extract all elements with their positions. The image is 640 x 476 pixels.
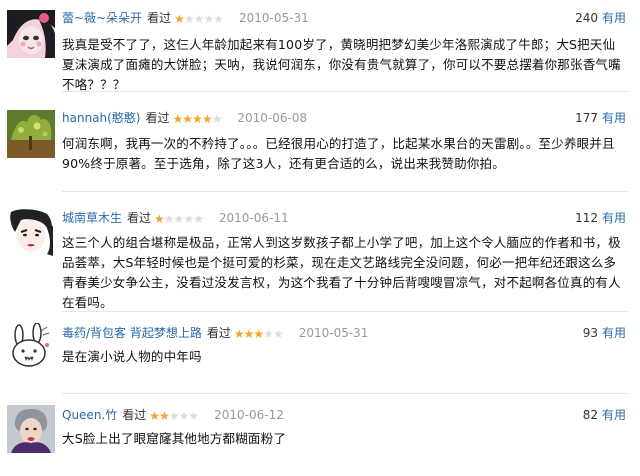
useful-button[interactable]: 有用 [602, 11, 626, 25]
useful-button[interactable]: 有用 [602, 111, 626, 125]
review-text: 这三个人的组合堪称是极品，正常人到这岁数孩子都上小学了吧，加上这个令人腼应的作者… [62, 235, 621, 310]
review-date: 2010-06-08 [237, 111, 308, 125]
star-filled-icon: ★ [243, 327, 255, 341]
review-meta: Queen.竹 看过 ★★★★★ 2010-06-12 [62, 407, 284, 423]
rating-stars: ★★★★★ [149, 408, 199, 424]
useful-counter: 82 有用 [583, 407, 626, 423]
star-empty-icon: ★ [193, 12, 205, 26]
review-text: 是在演小说人物的中年吗 [62, 349, 202, 364]
rating-stars: ★★★★★ [233, 326, 284, 342]
star-empty-icon: ★ [168, 409, 180, 423]
star-empty-icon: ★ [178, 409, 190, 423]
review-text: 何润东啊，我再一次的不矜持了。。。已经很用心的打造了，比起某水果台的天雷剧。。至… [62, 136, 615, 171]
review-meta: hannah(憨憨) 看过 ★★★★★ 2010-06-08 [62, 110, 307, 126]
star-empty-icon: ★ [188, 409, 199, 423]
watch-status: 看过 [147, 11, 172, 25]
star-empty-icon: ★ [203, 12, 214, 26]
username-link[interactable]: hannah(憨憨) [62, 111, 141, 125]
useful-counter: 112 有用 [575, 210, 626, 226]
star-empty-icon: ★ [211, 112, 223, 126]
star-empty-icon: ★ [183, 212, 194, 226]
useful-counter: 240 有用 [575, 10, 626, 26]
star-filled-icon: ★ [253, 327, 264, 341]
divider [62, 393, 628, 394]
avatar[interactable] [7, 10, 55, 58]
watch-status: 看过 [145, 111, 170, 125]
review-meta: 蕾~薇~朵朵开 看过 ★★★★★ 2010-05-31 [62, 10, 309, 26]
avatar[interactable] [7, 405, 55, 453]
watch-status: 看过 [206, 326, 231, 340]
rating-stars: ★★★★★ [172, 111, 223, 127]
star-empty-icon: ★ [272, 327, 284, 341]
star-empty-icon: ★ [173, 212, 185, 226]
star-filled-icon: ★ [201, 112, 213, 126]
review-date: 2010-06-11 [218, 211, 289, 225]
useful-button[interactable]: 有用 [602, 211, 626, 225]
star-filled-icon: ★ [182, 112, 193, 126]
review-date: 2010-05-31 [238, 11, 309, 25]
rating-stars: ★★★★★ [174, 11, 224, 27]
star-filled-icon: ★ [159, 409, 170, 423]
username-link[interactable]: 毒药/背包客 背起梦想上路 [62, 326, 202, 340]
watch-status: 看过 [127, 211, 152, 225]
useful-button[interactable]: 有用 [602, 408, 626, 422]
star-empty-icon: ★ [263, 327, 274, 341]
avatar[interactable] [7, 208, 55, 256]
username-link[interactable]: 城南草木生 [62, 211, 122, 225]
username-link[interactable]: 蕾~薇~朵朵开 [62, 11, 142, 25]
watch-status: 看过 [122, 408, 147, 422]
review-text: 我真是受不了了，这仨人年龄加起来有100岁了，黄晓明把梦幻美少年洛熙演成了牛郎；… [62, 37, 621, 92]
useful-count: 93 [582, 326, 598, 340]
useful-counter: 93 有用 [583, 325, 626, 341]
star-empty-icon: ★ [213, 12, 224, 26]
star-filled-icon: ★ [154, 212, 165, 226]
review-meta: 城南草木生 看过 ★★★★★ 2010-06-11 [62, 210, 289, 226]
useful-count: 112 [575, 211, 598, 225]
review-text: 大S脸上出了眼窟窿其他地方都糊面粉了 [62, 431, 287, 446]
avatar[interactable] [7, 110, 55, 158]
divider [62, 91, 628, 92]
useful-counter: 177 有用 [575, 110, 626, 126]
star-empty-icon: ★ [193, 212, 204, 226]
star-empty-icon: ★ [163, 212, 175, 226]
star-empty-icon: ★ [183, 12, 195, 26]
username-link[interactable]: Queen.竹 [62, 408, 117, 422]
useful-button[interactable]: 有用 [602, 326, 626, 340]
avatar[interactable] [7, 323, 55, 371]
useful-count: 240 [575, 11, 598, 25]
star-filled-icon: ★ [149, 409, 160, 423]
review-meta: 毒药/背包客 背起梦想上路 看过 ★★★★★ 2010-05-31 [62, 325, 368, 341]
rating-stars: ★★★★★ [154, 211, 204, 227]
star-filled-icon: ★ [174, 12, 185, 26]
divider [62, 311, 628, 312]
divider [62, 191, 628, 192]
useful-count: 82 [582, 408, 598, 422]
useful-count: 177 [575, 111, 598, 125]
review-date: 2010-06-12 [214, 408, 284, 422]
star-filled-icon: ★ [233, 327, 245, 341]
star-filled-icon: ★ [192, 112, 203, 126]
review-date: 2010-05-31 [298, 326, 369, 340]
star-filled-icon: ★ [172, 112, 184, 126]
